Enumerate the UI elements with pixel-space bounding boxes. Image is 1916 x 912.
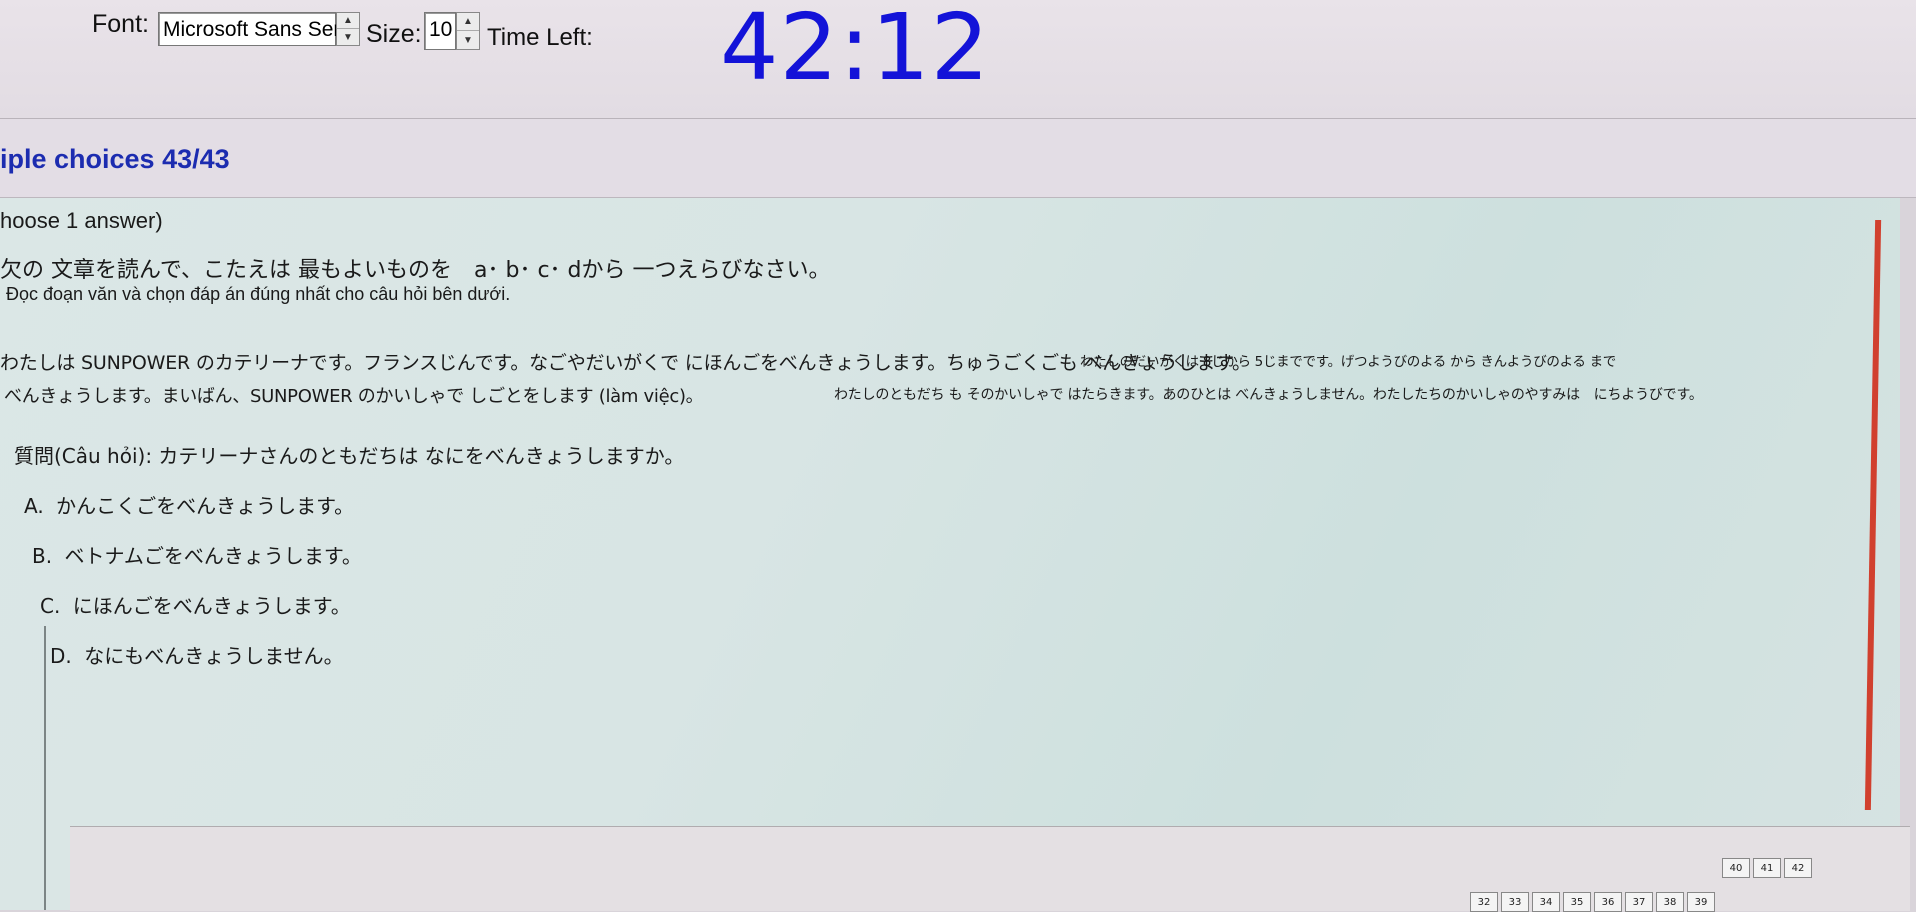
chevron-down-icon[interactable]: ▼: [457, 31, 479, 49]
question-nav-button[interactable]: 38: [1656, 892, 1684, 912]
question-content: hoose 1 answer) 欠の 文章を読んで、こたえは 最もよいものを a…: [0, 198, 1880, 910]
font-label: Font:: [92, 10, 149, 38]
question-nav-button[interactable]: 36: [1594, 892, 1622, 912]
chevron-down-icon[interactable]: ▼: [337, 29, 359, 45]
passage-line-2-continued: わたしのともだち も そのかいしゃで はたらきます。あのひとは べんきょうしませ…: [834, 387, 1703, 403]
question-nav-button[interactable]: 42: [1784, 858, 1812, 878]
option-b-text: ベトナムごをべんきょうします。: [64, 544, 362, 568]
option-d-text: なにもべんきょうしません。: [84, 644, 344, 668]
question-nav-button[interactable]: 33: [1501, 892, 1529, 912]
option-c-key: C.: [40, 594, 61, 618]
passage-line-2: べんきょうします。まいばん、SUNPOWER のかいしゃで しごとをします (l…: [4, 386, 704, 407]
chevron-up-icon[interactable]: ▲: [337, 13, 359, 29]
instruction-note: hoose 1 answer): [0, 208, 163, 233]
time-left-label: Time Left:: [487, 24, 593, 51]
option-d[interactable]: D. なにもべんきょうしません。: [50, 640, 344, 669]
option-b[interactable]: B. ベトナムごをべんきょうします。: [32, 540, 362, 569]
section-title: iple choices 43/43: [0, 144, 230, 174]
question-nav-button[interactable]: 37: [1625, 892, 1653, 912]
question-nav-button[interactable]: 39: [1687, 892, 1715, 912]
question-nav-button[interactable]: 35: [1563, 892, 1591, 912]
passage-line-1-continued: わたしのだいがくは 8じから 5じまでです。げつようびのよる から きんようびの…: [1080, 354, 1616, 370]
panel-border: [44, 626, 56, 910]
toolbar: Font: Microsoft Sans Serif ▲ ▼ Size: 10 …: [0, 0, 1916, 119]
chevron-up-icon[interactable]: ▲: [457, 13, 479, 31]
pager-lower-row: 32 33 34 35 36 37 38 39: [1470, 892, 1715, 912]
option-a[interactable]: A. かんこくごをべんきょうします。: [24, 490, 354, 519]
size-spinner[interactable]: ▲ ▼: [456, 12, 480, 50]
question-nav-button[interactable]: 41: [1753, 858, 1781, 878]
option-a-text: かんこくごをべんきょうします。: [56, 494, 355, 518]
option-b-key: B.: [32, 544, 53, 568]
passage-line-1: わたしは SUNPOWER のカテリーナです。フランスじんです。なごやだいがくで…: [0, 352, 1251, 374]
instruction-vietnamese: Đọc đoạn văn và chọn đáp án đúng nhất ch…: [6, 284, 511, 304]
countdown-timer: 42:12: [720, 0, 991, 101]
option-c-text: にほんごをべんきょうします。: [72, 594, 351, 618]
section-header: [0, 119, 1916, 198]
question-prompt: 質問(Câu hỏi): カテリーナさんのともだちは なにをべんきょうしますか。: [14, 444, 685, 468]
size-input[interactable]: 10: [424, 12, 456, 50]
question-nav-button[interactable]: 34: [1532, 892, 1560, 912]
question-nav-button[interactable]: 40: [1722, 858, 1750, 878]
font-spinner[interactable]: ▲ ▼: [336, 12, 360, 46]
option-a-key: A.: [24, 494, 44, 518]
question-nav-button[interactable]: 32: [1470, 892, 1498, 912]
size-label: Size:: [366, 20, 422, 48]
instruction-japanese: 欠の 文章を読んで、こたえは 最もよいものを a･ b･ c･ dから 一つえら…: [0, 258, 831, 283]
option-c[interactable]: C. にほんごをべんきょうします。: [40, 590, 351, 619]
font-select[interactable]: Microsoft Sans Serif: [158, 12, 351, 46]
pager-upper-row: 40 41 42: [1722, 858, 1812, 878]
